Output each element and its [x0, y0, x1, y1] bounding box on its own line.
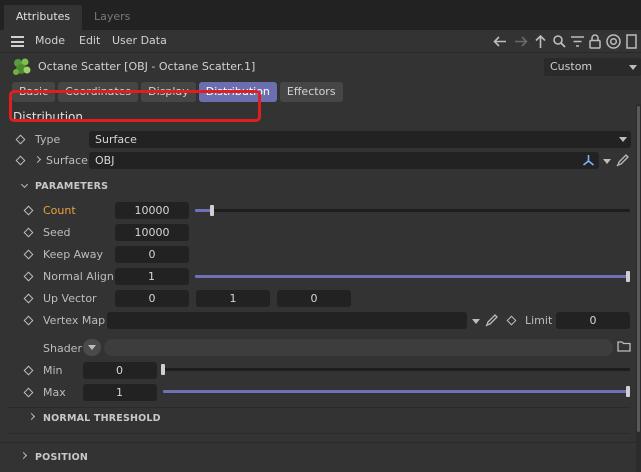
keyframe-diamond-icon[interactable]: [15, 155, 26, 166]
folder-icon[interactable]: [617, 340, 631, 353]
axis-object-icon: [583, 155, 594, 166]
keyframe-diamond-icon[interactable]: [15, 134, 26, 145]
type-dropdown[interactable]: Surface: [89, 131, 631, 148]
keyframe-diamond-icon[interactable]: [23, 249, 34, 260]
section-divider: [0, 442, 636, 443]
chevron-right-icon[interactable]: [19, 451, 28, 460]
tab-attributes[interactable]: Attributes: [4, 5, 82, 30]
target-icon[interactable]: [605, 32, 622, 51]
count-slider[interactable]: [195, 209, 630, 212]
up-vector-z-input[interactable]: 0: [277, 290, 351, 307]
count-label: Count: [43, 204, 76, 217]
normal-align-input[interactable]: 1: [115, 268, 189, 285]
chevron-down-icon[interactable]: [603, 159, 611, 164]
keyframe-diamond-icon[interactable]: [23, 387, 34, 398]
toolbar-icons: [492, 32, 637, 51]
normal-align-slider-fill: [195, 275, 630, 278]
keyframe-diamond-icon[interactable]: [23, 365, 34, 376]
group-divider: [8, 433, 630, 434]
count-input[interactable]: 10000: [115, 202, 189, 219]
menu-edit[interactable]: Edit: [79, 34, 100, 47]
up-vector-label: Up Vector: [43, 292, 97, 305]
keyframe-diamond-icon[interactable]: [506, 315, 517, 326]
search-icon[interactable]: [552, 32, 567, 51]
subtab-effectors[interactable]: Effectors: [279, 82, 343, 102]
keyframe-diamond-icon[interactable]: [23, 293, 34, 304]
octane-scatter-icon: [13, 58, 31, 75]
keyframe-diamond-icon[interactable]: [23, 315, 34, 326]
count-highlight-box: [9, 90, 261, 122]
seed-label: Seed: [43, 226, 71, 239]
shader-link-field[interactable]: [104, 339, 613, 356]
seed-input[interactable]: 10000: [115, 224, 189, 241]
min-label: Min: [43, 364, 63, 377]
lock-icon[interactable]: [588, 32, 602, 51]
type-value: Surface: [95, 133, 137, 146]
chevron-right-icon[interactable]: [33, 155, 42, 164]
keyframe-diamond-icon[interactable]: [23, 227, 34, 238]
min-slider-handle[interactable]: [161, 364, 165, 375]
eyedropper-icon[interactable]: [484, 312, 500, 328]
keyframe-diamond-icon[interactable]: [23, 271, 34, 282]
chevron-down-icon: [619, 137, 627, 142]
surface-label: Surface: [46, 154, 88, 167]
chevron-down-icon: [88, 345, 96, 350]
keep-away-input[interactable]: 0: [115, 246, 189, 263]
group-divider: [8, 407, 630, 408]
eyedropper-icon[interactable]: [615, 152, 631, 168]
panel-tab-bar: Attributes Layers: [0, 0, 641, 30]
tab-layers[interactable]: Layers: [94, 5, 130, 30]
keep-away-label: Keep Away: [43, 248, 104, 261]
shader-label: Shader: [43, 342, 82, 355]
normal-align-slider-handle[interactable]: [626, 271, 630, 282]
chevron-right-icon[interactable]: [27, 412, 36, 421]
object-header: Octane Scatter [OBJ - Octane Scatter.1] …: [0, 55, 641, 79]
keyframe-diamond-icon[interactable]: [23, 205, 34, 216]
min-slider[interactable]: [163, 368, 630, 371]
max-input[interactable]: 1: [83, 384, 157, 401]
up-vector-y-input[interactable]: 1: [196, 290, 270, 307]
limit-label: Limit: [525, 314, 553, 327]
chevron-down-icon[interactable]: [472, 319, 480, 324]
chevron-down-icon[interactable]: [20, 180, 29, 189]
parameters-group-title[interactable]: PARAMETERS: [35, 181, 108, 192]
chevron-down-icon: [629, 65, 637, 70]
vertex-map-label: Vertex Map: [43, 314, 106, 327]
max-slider-fill: [163, 390, 630, 393]
min-input[interactable]: 0: [83, 362, 157, 379]
preset-value: Custom: [550, 60, 593, 73]
surface-value: OBJ: [95, 154, 115, 167]
scrollbar-thumb[interactable]: [637, 106, 640, 432]
menu-user-data[interactable]: User Data: [112, 34, 167, 47]
up-vector-x-input[interactable]: 0: [115, 290, 189, 307]
object-title: Octane Scatter [OBJ - Octane Scatter.1]: [38, 60, 256, 73]
vertex-map-link-field[interactable]: [107, 312, 467, 329]
hamburger-menu-icon[interactable]: [11, 36, 24, 47]
max-label: Max: [43, 386, 66, 399]
surface-link-field[interactable]: OBJ: [89, 152, 599, 169]
arrow-left-icon[interactable]: [492, 32, 509, 51]
attributes-content: Distribution Type Surface Surface OBJ PA…: [0, 104, 636, 472]
position-group-title[interactable]: POSITION: [35, 452, 88, 463]
menu-bar: Mode Edit User Data: [0, 30, 641, 53]
filter-icon[interactable]: [570, 32, 585, 51]
max-slider-handle[interactable]: [626, 386, 630, 397]
count-slider-handle[interactable]: [210, 205, 214, 216]
arrow-right-icon[interactable]: [512, 32, 529, 51]
normal-align-label: Normal Align: [43, 270, 114, 283]
shader-menu-button[interactable]: [83, 339, 101, 356]
normal-threshold-group-title[interactable]: NORMAL THRESHOLD: [43, 413, 161, 424]
arrow-up-icon[interactable]: [532, 32, 549, 51]
new-panel-icon[interactable]: [625, 32, 637, 51]
menu-mode[interactable]: Mode: [35, 34, 65, 47]
limit-input[interactable]: 0: [556, 312, 630, 329]
preset-dropdown[interactable]: Custom: [544, 58, 641, 76]
type-label: Type: [35, 133, 61, 146]
